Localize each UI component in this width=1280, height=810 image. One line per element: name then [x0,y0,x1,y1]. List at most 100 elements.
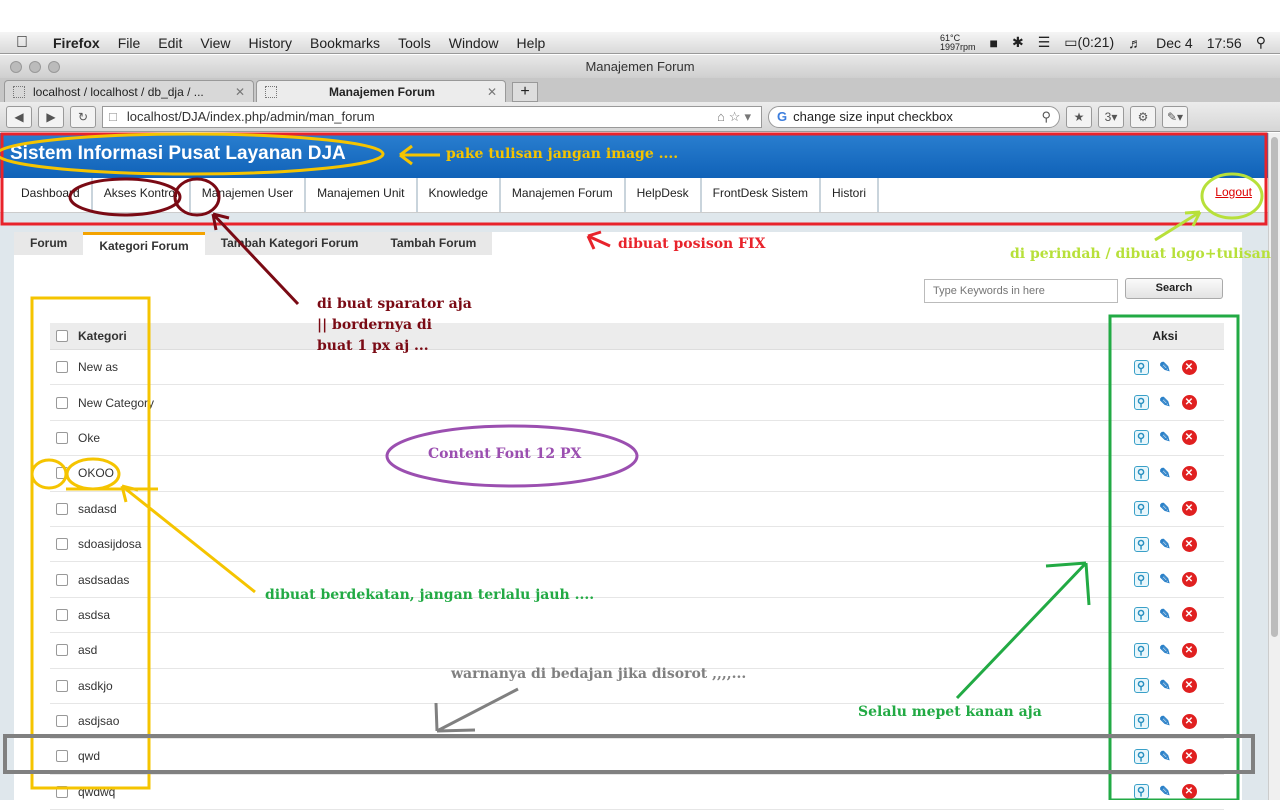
row-checkbox[interactable] [56,750,68,763]
addon-button[interactable]: 3▾ [1098,105,1124,128]
menu-edit[interactable]: Edit [149,35,191,51]
edit-pencil-icon[interactable]: ✎ [1158,500,1173,516]
bluetooth-icon[interactable]: ✱ [1012,34,1024,51]
view-icon[interactable]: ⚲ [1133,465,1149,481]
view-icon[interactable]: ⚲ [1133,395,1149,411]
view-icon[interactable]: ⚲ [1133,430,1149,446]
row-checkbox[interactable] [56,431,68,444]
keyword-search-input[interactable] [924,279,1118,303]
url-bar[interactable]: □ localhost/DJA/index.php/admin/man_foru… [102,105,762,128]
view-icon[interactable]: ⚲ [1133,713,1149,729]
table-row[interactable]: qwdwq ⚲ ✎ ✕ [50,775,1224,810]
nav-akses-kontrol[interactable]: Akses Kontrol [93,178,191,212]
subtab-tambah-forum[interactable]: Tambah Forum [374,232,492,255]
table-row[interactable]: asdsa ⚲ ✎ ✕ [50,598,1224,634]
edit-pencil-icon[interactable]: ✎ [1158,748,1173,764]
edit-pencil-icon[interactable]: ✎ [1158,536,1173,552]
edit-pencil-icon[interactable]: ✎ [1158,465,1173,481]
row-checkbox[interactable] [56,608,68,621]
delete-icon[interactable]: ✕ [1181,359,1197,375]
scrollbar-thumb[interactable] [1271,137,1278,637]
row-checkbox[interactable] [56,538,68,551]
folder-icon[interactable]: ■ [990,35,998,51]
nav-frontdesk-sistem[interactable]: FrontDesk Sistem [702,178,822,212]
view-icon[interactable]: ⚲ [1133,784,1149,800]
bookmarks-button[interactable]: ★ [1066,105,1092,128]
view-icon[interactable]: ⚲ [1133,607,1149,623]
edit-pencil-icon[interactable]: ✎ [1158,783,1173,799]
back-button[interactable]: ◀ [6,105,32,128]
time-label[interactable]: 17:56 [1207,35,1242,51]
row-checkbox[interactable] [56,396,68,409]
apple-icon[interactable]:  [0,34,44,52]
view-icon[interactable]: ⚲ [1133,359,1149,375]
row-checkbox[interactable] [56,715,68,728]
page-scrollbar[interactable] [1268,133,1280,800]
google-icon[interactable]: G [777,109,787,124]
row-checkbox[interactable] [56,785,68,798]
row-checkbox[interactable] [56,502,68,515]
search-icon[interactable]: ⚲ [1041,109,1051,125]
nav-knowledge[interactable]: Knowledge [418,178,501,212]
delete-icon[interactable]: ✕ [1181,678,1197,694]
delete-icon[interactable]: ✕ [1181,748,1197,764]
date-label[interactable]: Dec 4 [1156,35,1193,51]
delete-icon[interactable]: ✕ [1181,465,1197,481]
nav-manajemen-user[interactable]: Manajemen User [191,178,307,212]
logout-link[interactable]: Logout [1215,178,1252,212]
menu-bookmarks[interactable]: Bookmarks [301,35,389,51]
delete-icon[interactable]: ✕ [1181,395,1197,411]
row-checkbox[interactable] [56,679,68,692]
battery-icon[interactable]: ▭(0:21) [1064,34,1114,51]
table-row[interactable]: qwd ⚲ ✎ ✕ [50,739,1224,775]
table-row[interactable]: New as ⚲ ✎ ✕ [50,350,1224,386]
menu-tools[interactable]: Tools [389,35,440,51]
tools-button[interactable]: ✎▾ [1162,105,1188,128]
reload-button[interactable]: ↻ [70,105,96,128]
edit-pencil-icon[interactable]: ✎ [1158,394,1173,410]
table-row[interactable]: New Category ⚲ ✎ ✕ [50,385,1224,421]
close-tab-icon[interactable]: ✕ [235,85,245,99]
browser-tab-phpmyadmin[interactable]: localhost / localhost / db_dja / ... ✕ [4,80,254,102]
view-icon[interactable]: ⚲ [1133,642,1149,658]
forward-button[interactable]: ▶ [38,105,64,128]
select-all-checkbox[interactable] [56,330,68,342]
menu-history[interactable]: History [239,35,301,51]
menu-view[interactable]: View [191,35,239,51]
view-icon[interactable]: ⚲ [1133,678,1149,694]
subtab-forum[interactable]: Forum [14,232,83,255]
table-row[interactable]: asdjsao ⚲ ✎ ✕ [50,704,1224,740]
menu-help[interactable]: Help [508,35,555,51]
table-row[interactable]: asdsadas ⚲ ✎ ✕ [50,562,1224,598]
delete-icon[interactable]: ✕ [1181,501,1197,517]
spotlight-icon[interactable]: ⚲ [1256,34,1266,51]
new-tab-button[interactable]: + [512,82,538,102]
menu-file[interactable]: File [109,35,150,51]
search-engine-bar[interactable]: G change size input checkbox ⚲ [768,105,1060,128]
row-checkbox[interactable] [56,573,68,586]
nav-manajemen-forum[interactable]: Manajemen Forum [501,178,626,212]
close-tab-icon[interactable]: ✕ [487,85,497,99]
table-row[interactable]: Oke ⚲ ✎ ✕ [50,421,1224,457]
settings-gear-icon[interactable]: ⚙ [1130,105,1156,128]
subtab-kategori-forum[interactable]: Kategori Forum [83,232,205,255]
view-icon[interactable]: ⚲ [1133,501,1149,517]
edit-pencil-icon[interactable]: ✎ [1158,606,1173,622]
delete-icon[interactable]: ✕ [1181,607,1197,623]
edit-pencil-icon[interactable]: ✎ [1158,571,1173,587]
edit-pencil-icon[interactable]: ✎ [1158,713,1173,729]
table-row[interactable]: sdoasijdosa ⚲ ✎ ✕ [50,527,1224,563]
delete-icon[interactable]: ✕ [1181,784,1197,800]
table-row[interactable]: sadasd ⚲ ✎ ✕ [50,492,1224,527]
delete-icon[interactable]: ✕ [1181,536,1197,552]
row-checkbox[interactable] [56,467,68,480]
edit-pencil-icon[interactable]: ✎ [1158,642,1173,658]
menu-app[interactable]: Firefox [44,35,109,51]
row-checkbox[interactable] [56,361,68,374]
edit-pencil-icon[interactable]: ✎ [1158,677,1173,693]
edit-pencil-icon[interactable]: ✎ [1158,359,1173,375]
nav-dashboard[interactable]: Dashboard [10,178,93,212]
home-star-icons[interactable]: ⌂☆▾ [717,109,755,125]
view-icon[interactable]: ⚲ [1133,748,1149,764]
edit-pencil-icon[interactable]: ✎ [1158,429,1173,445]
